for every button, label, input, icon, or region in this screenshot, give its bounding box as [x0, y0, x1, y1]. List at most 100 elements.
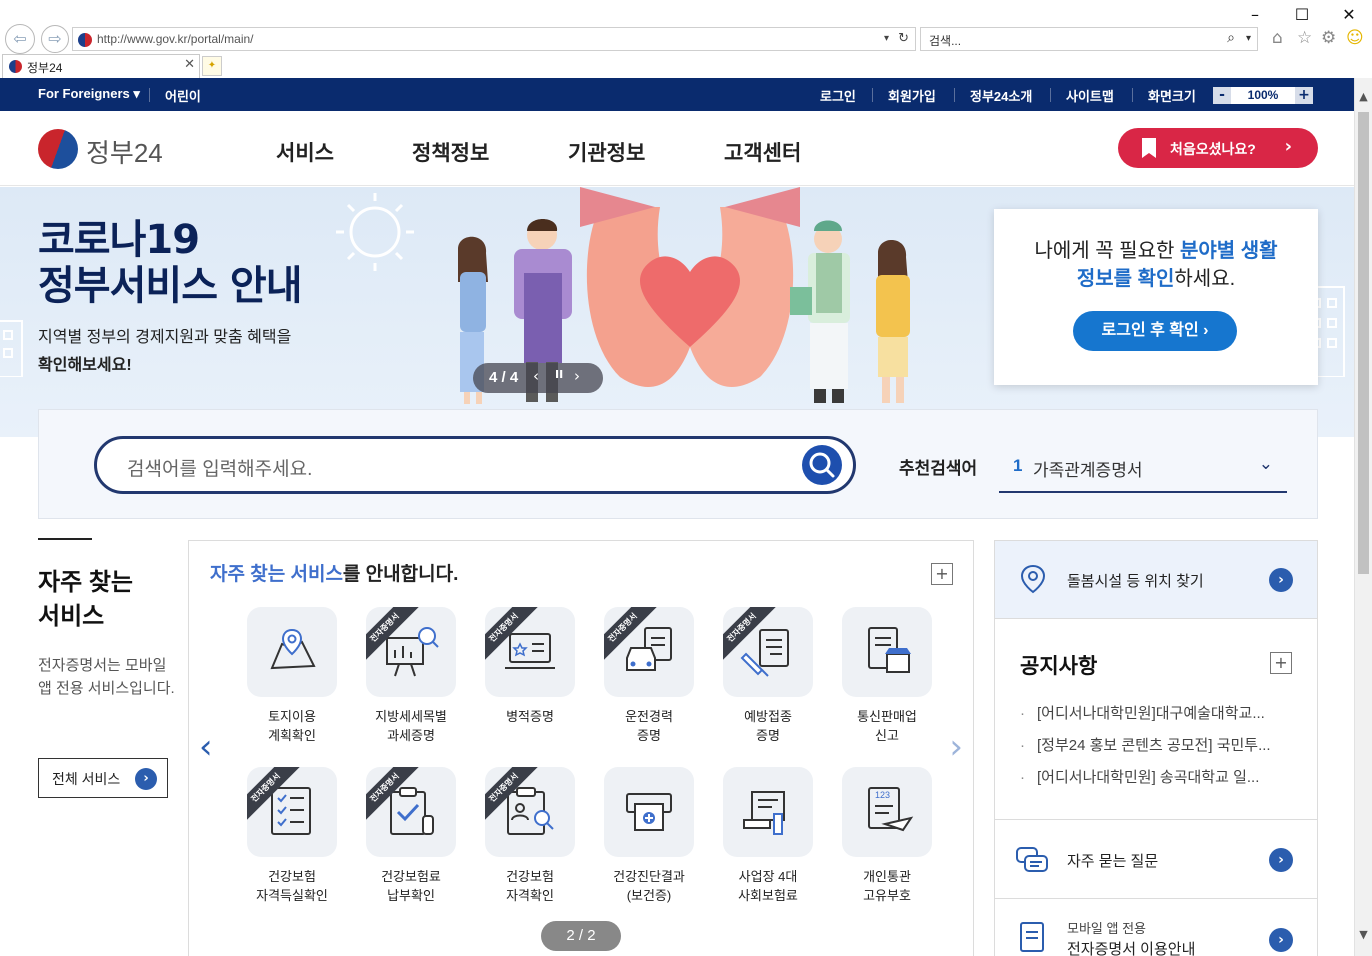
service-label[interactable]: 건강진단결과 (보건증)	[593, 867, 705, 905]
login-link[interactable]: 로그인	[820, 86, 856, 105]
service-icon-tile[interactable]	[723, 767, 813, 857]
service-icon-tile[interactable]: 전자증명서	[247, 767, 337, 857]
service-icon-tile[interactable]: 123	[842, 767, 932, 857]
service-item[interactable]: 전자증명서건강보험 자격득실확인	[236, 767, 348, 905]
minimize-button[interactable]: –	[1240, 4, 1270, 26]
login-check-button[interactable]: 로그인 후 확인 ›	[1073, 311, 1237, 351]
service-icon-tile[interactable]: 전자증명서	[485, 607, 575, 697]
scroll-up-icon[interactable]: ▲	[1355, 90, 1372, 108]
forward-button[interactable]: ⇨	[41, 25, 69, 53]
service-icon-tile[interactable]	[604, 767, 694, 857]
service-item[interactable]: 전자증명서예방접종 증명	[712, 607, 824, 745]
notice-more-button[interactable]: +	[1270, 652, 1292, 674]
zoom-out-button[interactable]: -	[1213, 87, 1231, 104]
service-item[interactable]: 사업장 4대 사회보험료	[712, 767, 824, 905]
service-icon-tile[interactable]: 전자증명서	[366, 767, 456, 857]
zoom-in-button[interactable]: +	[1295, 87, 1313, 104]
main-search-input[interactable]: 검색어를 입력해주세요.	[94, 436, 856, 494]
service-label[interactable]: 토지이용 계획확인	[236, 707, 348, 745]
service-item[interactable]: 토지이용 계획확인	[236, 607, 348, 745]
panel-more-button[interactable]: +	[931, 563, 953, 585]
service-label[interactable]: 통신판매업 신고	[831, 707, 943, 745]
search-icon[interactable]: ⌕	[1227, 30, 1235, 46]
address-dropdown-icon[interactable]: ▾	[884, 33, 889, 44]
service-item[interactable]: 통신판매업 신고	[831, 607, 943, 745]
carousel-next-icon[interactable]: ›	[949, 727, 963, 767]
slide-pause-icon[interactable]: II	[555, 368, 563, 381]
nav-agency-info[interactable]: 기관정보	[568, 137, 645, 167]
service-label[interactable]: 개인통관 고유부호	[831, 867, 943, 905]
kids-link[interactable]: 어린이	[165, 86, 201, 105]
service-item[interactable]: 전자증명서건강보험 자격확인	[474, 767, 586, 905]
notice-item[interactable]: [어디서나대학민원] 송곡대학교 일...	[1020, 766, 1259, 787]
browser-search-box[interactable]: 검색... ⌕ ▾	[920, 27, 1258, 51]
chevron-down-icon[interactable]: ⌄	[1259, 454, 1273, 474]
search-dropdown-icon[interactable]: ▾	[1246, 33, 1251, 44]
notice-item[interactable]: [정부24 홍보 콘텐츠 공모전] 국민투...	[1020, 734, 1271, 755]
service-icon-tile[interactable]: 전자증명서	[604, 607, 694, 697]
service-icon-tile[interactable]: 전자증명서	[366, 607, 456, 697]
document-plane-icon: 123	[868, 787, 914, 832]
notice-item[interactable]: [어디서나대학민원]대구예술대학교...	[1020, 702, 1265, 723]
settings-gear-icon[interactable]: ⚙	[1321, 28, 1336, 48]
favorites-star-icon[interactable]: ☆	[1297, 28, 1312, 48]
service-item[interactable]: 전자증명서운전경력 증명	[593, 607, 705, 745]
service-item[interactable]: 전자증명서지방세세목별 과세증명	[355, 607, 467, 745]
service-icon-tile[interactable]	[247, 607, 337, 697]
service-item[interactable]: 전자증명서건강보험료 납부확인	[355, 767, 467, 905]
panel-title: 자주 찾는 서비스를 안내합니다.	[210, 564, 459, 585]
sitemap-link[interactable]: 사이트맵	[1066, 86, 1114, 105]
close-tab-icon[interactable]: ✕	[184, 57, 195, 72]
service-item[interactable]: 123 개인통관 고유부호	[831, 767, 943, 905]
scroll-down-icon[interactable]: ▼	[1355, 928, 1372, 946]
browser-tab[interactable]: 정부24 ✕	[2, 54, 200, 78]
all-services-button[interactable]: 전체 서비스 ›	[38, 758, 168, 798]
first-visit-button[interactable]: 처음오셨나요? ›	[1118, 128, 1318, 168]
care-facility-link[interactable]: 돌봄시설 등 위치 찾기 ›	[995, 541, 1317, 619]
service-icon-tile[interactable]	[842, 607, 932, 697]
logo-text[interactable]: 정부24	[86, 133, 163, 170]
service-label[interactable]: 운전경력 증명	[593, 707, 705, 745]
carousel-prev-icon[interactable]: ‹	[199, 727, 213, 767]
service-label[interactable]: 건강보험 자격확인	[474, 867, 586, 905]
refresh-icon[interactable]: ↻	[898, 31, 909, 46]
recommend-keyword[interactable]: 가족관계증명서	[1033, 456, 1142, 481]
close-window-button[interactable]: ✕	[1334, 4, 1364, 26]
faq-link[interactable]: 자주 묻는 질문 ›	[995, 821, 1317, 899]
about-link[interactable]: 정부24소개	[970, 86, 1032, 105]
service-label[interactable]: 건강보험 자격득실확인	[236, 867, 348, 905]
signup-link[interactable]: 회원가입	[888, 86, 936, 105]
back-button[interactable]: ⇦	[5, 24, 35, 54]
service-label[interactable]: 병적증명	[474, 707, 586, 726]
smiley-feedback-icon[interactable]: ☺	[1346, 28, 1364, 48]
home-icon[interactable]: ⌂	[1272, 28, 1283, 48]
address-url[interactable]: http://www.gov.kr/portal/main/	[97, 32, 254, 46]
vertical-scrollbar[interactable]: ▲ ▼	[1354, 78, 1372, 956]
service-icon-tile[interactable]: 전자증명서	[485, 767, 575, 857]
service-label[interactable]: 건강보험료 납부확인	[355, 867, 467, 905]
service-item[interactable]: 전자증명서병적증명	[474, 607, 586, 726]
search-submit-button[interactable]	[802, 445, 842, 485]
service-label[interactable]: 사업장 4대 사회보험료	[712, 867, 824, 905]
nav-customer-center[interactable]: 고객센터	[724, 137, 801, 167]
service-icon-tile[interactable]: 전자증명서	[723, 607, 813, 697]
search-placeholder[interactable]: 검색어를 입력해주세요.	[127, 454, 312, 481]
nav-services[interactable]: 서비스	[276, 137, 334, 167]
scrollbar-thumb[interactable]	[1358, 112, 1369, 574]
chevron-right-icon: ›	[1269, 928, 1293, 952]
tab-title[interactable]: 정부24	[27, 59, 62, 76]
gov-taegeuk-logo-icon[interactable]	[38, 129, 78, 169]
mobile-app-guide-link[interactable]: 모바일 앱 전용 전자증명서 이용안내 ›	[995, 900, 1317, 956]
service-label[interactable]: 지방세세목별 과세증명	[355, 707, 467, 745]
for-foreigners-link[interactable]: For Foreigners ▾	[38, 86, 140, 102]
maximize-button[interactable]: ☐	[1287, 4, 1317, 26]
browser-search-placeholder[interactable]: 검색...	[929, 32, 961, 49]
new-tab-button[interactable]: ✦	[202, 56, 222, 76]
slide-next-icon[interactable]: ›	[574, 367, 580, 385]
service-label[interactable]: 예방접종 증명	[712, 707, 824, 745]
slide-prev-icon[interactable]: ‹	[533, 367, 539, 385]
nav-policy-info[interactable]: 정책정보	[412, 137, 489, 167]
address-bar[interactable]: http://www.gov.kr/portal/main/ ▾ ↻	[72, 27, 916, 51]
service-item[interactable]: 건강진단결과 (보건증)	[593, 767, 705, 905]
recommend-dropdown[interactable]: 1 가족관계증명서 ⌄	[999, 440, 1287, 493]
